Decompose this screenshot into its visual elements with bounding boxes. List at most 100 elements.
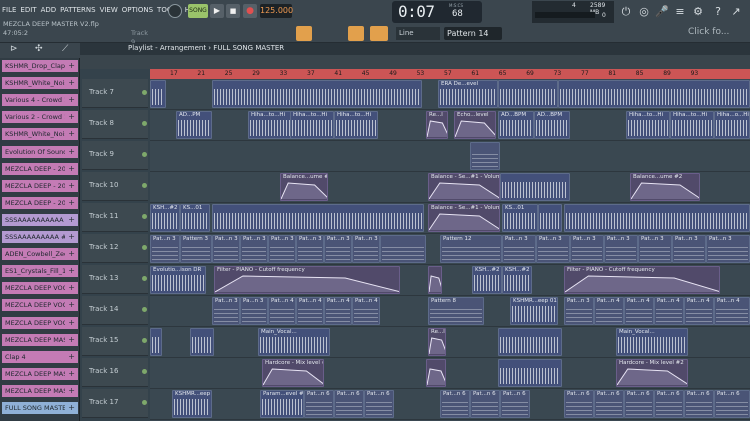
browser-item[interactable]: KSHMR_White_Noise...+ — [2, 77, 78, 90]
browser-icon[interactable]: ◎ — [636, 4, 652, 20]
pattern-clip[interactable] — [380, 235, 426, 263]
audio-clip[interactable]: KSHMR...eep 01 — [172, 390, 212, 418]
record-button[interactable]: ● — [243, 4, 257, 18]
pattern-clip[interactable]: Pat...n 6 — [594, 390, 624, 418]
browser-item[interactable]: ES1_Crystals_Fill_1 + — [2, 265, 78, 278]
pattern-clip[interactable]: Pat...n 4 — [594, 297, 624, 325]
plus-icon[interactable]: + — [68, 385, 75, 397]
audio-clip[interactable]: AD...PM — [176, 111, 212, 139]
plus-icon[interactable]: + — [68, 214, 75, 226]
audio-clip[interactable] — [150, 80, 166, 108]
audio-clip[interactable] — [150, 328, 162, 356]
pattern-clip[interactable]: Pat...n 4 — [624, 297, 654, 325]
plus-icon[interactable]: + — [68, 317, 75, 329]
browser-item[interactable]: ADEN_Cowbell_Zedd...+ — [2, 248, 78, 261]
menu-options[interactable]: OPTIONS — [120, 3, 155, 17]
track-lane[interactable] — [150, 141, 750, 172]
pattern-clip[interactable]: Pat...n 4 — [296, 297, 324, 325]
audio-clip[interactable]: KSH...#2 — [472, 266, 502, 294]
track-header[interactable]: Track 11 — [82, 203, 148, 232]
plus-icon[interactable]: + — [68, 299, 75, 311]
list-icon[interactable]: ≡ — [672, 4, 688, 20]
audio-clip[interactable]: AD...BPM — [498, 111, 534, 139]
audio-clip[interactable]: Hiha...to...Hi — [626, 111, 670, 139]
pattern-clip[interactable]: Pat...n 3 — [212, 297, 240, 325]
automation-clip[interactable]: Filter - PIANO - Cutoff frequency — [564, 266, 720, 294]
browser-item[interactable]: KSHMR_Drop_Claps_...+ — [2, 60, 78, 72]
pattern-clip[interactable] — [470, 142, 500, 170]
audio-clip[interactable] — [538, 204, 562, 232]
audio-clip[interactable]: Main_Vocal... — [258, 328, 330, 356]
browser-item[interactable]: Various 4 - Crowd 1 + — [2, 94, 78, 107]
plus-icon[interactable]: + — [68, 334, 75, 346]
track-enable-led[interactable] — [142, 307, 147, 312]
pattern-mode-button[interactable] — [296, 26, 312, 41]
automation-clip[interactable]: Re...l — [428, 328, 446, 356]
track-enable-led[interactable] — [142, 245, 147, 250]
plus-icon[interactable]: + — [68, 351, 75, 363]
pattern-clip[interactable]: Pat...n 3 — [706, 235, 750, 263]
pattern-clip[interactable]: Pat...n 6 — [714, 390, 750, 418]
power-icon[interactable]: ⏻ — [618, 4, 634, 20]
audio-clip[interactable]: Param...evel #2 — [260, 390, 304, 418]
timeline-ruler[interactable]: 17 21 25 29 33 37 41 45 49 53 57 61 65 69 73 77 81 85 89 93 — [150, 69, 750, 79]
audio-clip[interactable] — [498, 328, 562, 356]
pattern-clip[interactable]: Pattern 8 — [428, 297, 484, 325]
arrangement-lanes[interactable]: ERA De...evel AD...PM Hiha...to...Hi Hiha..… — [150, 79, 750, 421]
audio-clip[interactable] — [498, 359, 562, 387]
menu-add[interactable]: ADD — [39, 3, 59, 17]
automation-clip[interactable]: Balance...ume #2 — [630, 173, 700, 201]
plus-icon[interactable]: + — [68, 231, 75, 243]
browser-item[interactable]: MEZCLA DEEP MASTER V2...+ — [2, 384, 78, 397]
pattern-clip[interactable]: Pat...n 6 — [624, 390, 654, 418]
track-enable-led[interactable] — [142, 214, 147, 219]
audio-clip[interactable]: Hiha...o...Hi — [714, 111, 750, 139]
track-enable-led[interactable] — [142, 183, 147, 188]
track-enable-led[interactable] — [142, 90, 147, 95]
browser-tool-icon[interactable]: ⟋ — [62, 44, 68, 54]
browser-item[interactable]: MEZCLA DEEP VOCAL...+ — [2, 316, 78, 329]
pattern-clip[interactable]: Pat...n 3 — [150, 235, 180, 263]
browser-item[interactable]: MEZCLA DEEP MASTER V2...+ — [2, 367, 78, 380]
browser-item[interactable]: MEZCLA DEEP MASTER...+ — [2, 333, 78, 346]
audio-clip[interactable] — [212, 204, 424, 232]
track-header[interactable]: Track 7 — [82, 79, 148, 108]
browser-item[interactable]: Evolution Of Sound -...+ — [2, 145, 78, 158]
plus-icon[interactable]: + — [68, 282, 75, 294]
track-enable-led[interactable] — [142, 152, 147, 157]
menu-view[interactable]: VIEW — [98, 3, 120, 17]
pattern-clip[interactable]: Pat...n 3 — [672, 235, 706, 263]
automation-clip[interactable]: Filter - PIANO - Cutoff frequency — [214, 266, 400, 294]
plus-icon[interactable]: + — [68, 146, 75, 158]
pattern-clip[interactable]: Pat...n 4 — [324, 297, 352, 325]
automation-clip[interactable]: Echo...level — [454, 111, 496, 139]
track-enable-led[interactable] — [142, 400, 147, 405]
draw-tool-button[interactable] — [370, 26, 388, 41]
audio-clip[interactable]: Hiha...to...Hi — [290, 111, 334, 139]
play-button[interactable]: ▶ — [210, 4, 224, 18]
snap-select[interactable]: Line — [396, 27, 440, 40]
browser-item[interactable]: Various 2 - Crowd 1 + — [2, 111, 78, 124]
pattern-clip[interactable]: Pat...n 4 — [352, 297, 380, 325]
plus-icon[interactable]: + — [68, 94, 75, 106]
track-enable-led[interactable] — [142, 369, 147, 374]
plus-icon[interactable]: + — [68, 111, 75, 123]
plus-icon[interactable]: + — [68, 197, 75, 209]
pattern-clip[interactable]: Pat...n 6 — [564, 390, 594, 418]
pattern-clip[interactable]: Pat...n 6 — [470, 390, 500, 418]
audio-clip[interactable]: AD...BPM — [534, 111, 570, 139]
browser-item[interactable]: MEZCLA DEEP - 2020...+ — [2, 179, 78, 192]
pattern-clip[interactable]: Pat...n 6 — [500, 390, 530, 418]
pattern-select[interactable]: Pattern 14 — [444, 27, 502, 40]
audio-clip[interactable]: ERA De...evel — [438, 80, 498, 108]
plus-icon[interactable]: + — [68, 163, 75, 175]
track-header[interactable]: Track 10 — [82, 172, 148, 201]
pattern-clip[interactable]: Pat...n 4 — [654, 297, 684, 325]
pattern-clip[interactable]: Pattern 3 — [180, 235, 212, 263]
audio-clip[interactable]: KS...01 — [502, 204, 538, 232]
browser-item[interactable]: MEZCLA DEEP - 2020...+ — [2, 196, 78, 209]
pattern-clip[interactable]: Pat...n 3 — [570, 235, 604, 263]
pattern-clip[interactable]: Pat...n 3 — [324, 235, 352, 263]
help-icon[interactable]: ? — [710, 4, 726, 20]
audio-clip[interactable] — [558, 80, 750, 108]
